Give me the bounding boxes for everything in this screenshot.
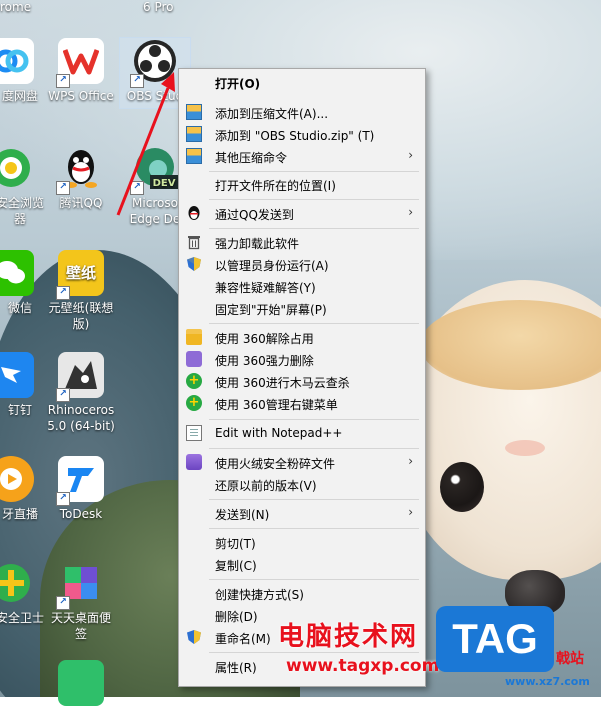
menu-item-label: 使用 360解除占用 <box>215 332 314 346</box>
menu-item-label: 使用 360强力删除 <box>215 354 314 368</box>
chevron-right-icon: › <box>408 148 413 162</box>
menu-separator <box>209 171 419 172</box>
360-unlock-icon <box>186 329 202 345</box>
watermark-url: www.tagxp.com <box>286 656 440 676</box>
menu-item-force-uninstall[interactable]: 强力卸载此软件 <box>179 231 425 253</box>
menu-item-label: 剪切(T) <box>215 537 256 551</box>
menu-item-create-shortcut[interactable]: 创建快捷方式(S) <box>179 582 425 604</box>
menu-separator <box>209 419 419 420</box>
menu-separator <box>209 528 419 529</box>
menu-item-360-trojan-scan[interactable]: + 使用 360进行木马云查杀 <box>179 370 425 392</box>
chevron-right-icon: › <box>408 205 413 219</box>
menu-item-pin-to-start[interactable]: 固定到"开始"屏幕(P) <box>179 297 425 319</box>
360-scan-icon: + <box>186 373 202 389</box>
chevron-right-icon: › <box>408 454 413 468</box>
menu-item-other-compress[interactable]: 其他压缩命令 › <box>179 145 425 167</box>
uac-shield-icon <box>186 256 202 272</box>
tag-logo-url: www.xz7.com <box>505 675 590 688</box>
menu-item-label: 还原以前的版本(V) <box>215 479 317 493</box>
menu-item-run-as-admin[interactable]: 以管理员身份运行(A) <box>179 253 425 275</box>
menu-item-label: 使用 360进行木马云查杀 <box>215 376 350 390</box>
menu-item-label: 重命名(M) <box>215 632 271 646</box>
context-menu: 打开(O) 添加到压缩文件(A)... 添加到 "OBS Studio.zip"… <box>178 68 426 687</box>
menu-item-compatibility[interactable]: 兼容性疑难解答(Y) <box>179 275 425 297</box>
menu-item-label: 使用火绒安全粉碎文件 <box>215 457 336 471</box>
notepad-icon <box>186 425 202 441</box>
menu-item-label: 添加到 "OBS Studio.zip" (T) <box>215 129 375 143</box>
menu-item-restore-previous[interactable]: 还原以前的版本(V) <box>179 473 425 495</box>
menu-item-360-unlock[interactable]: 使用 360解除占用 <box>179 326 425 348</box>
menu-item-label: 发送到(N) <box>215 508 270 522</box>
watermark-site-name: 电脑技术网 <box>278 622 419 652</box>
menu-item-cut[interactable]: 剪切(T) <box>179 531 425 553</box>
menu-item-label: 创建快捷方式(S) <box>215 588 304 602</box>
menu-separator <box>209 323 419 324</box>
menu-item-label: Edit with Notepad++ <box>215 426 343 440</box>
menu-item-send-via-qq[interactable]: 通过QQ发送到 › <box>179 202 425 224</box>
menu-separator <box>209 199 419 200</box>
menu-item-360-force-delete[interactable]: 使用 360强力删除 <box>179 348 425 370</box>
menu-item-label: 删除(D) <box>215 610 258 624</box>
zip-icon <box>186 148 202 164</box>
menu-item-open[interactable]: 打开(O) <box>179 71 425 93</box>
menu-item-label: 使用 360管理右键菜单 <box>215 398 338 412</box>
menu-item-label: 兼容性疑难解答(Y) <box>215 281 316 295</box>
menu-item-huorong-shred[interactable]: 使用火绒安全粉碎文件 › <box>179 451 425 473</box>
menu-item-label: 打开文件所在的位置(I) <box>215 179 336 193</box>
menu-item-edit-notepad[interactable]: Edit with Notepad++ <box>179 422 425 444</box>
chevron-right-icon: › <box>408 505 413 519</box>
menu-item-copy[interactable]: 复制(C) <box>179 553 425 575</box>
zip-icon <box>186 104 202 120</box>
menu-item-label: 以管理员身份运行(A) <box>215 259 329 273</box>
360-menu-icon: + <box>186 395 202 411</box>
360-delete-icon <box>186 351 202 367</box>
qq-icon <box>186 205 202 221</box>
menu-item-open-file-location[interactable]: 打开文件所在的位置(I) <box>179 173 425 195</box>
menu-item-label: 强力卸载此软件 <box>215 237 300 251</box>
trash-icon <box>186 234 202 250</box>
menu-separator <box>209 499 419 500</box>
tag-logo: TAG <box>436 606 554 672</box>
zip-icon <box>186 126 202 142</box>
menu-separator <box>209 448 419 449</box>
menu-separator <box>209 579 419 580</box>
menu-item-label: 其他压缩命令 <box>215 151 288 165</box>
tag-logo-suffix: 戟站 <box>556 651 584 667</box>
menu-item-add-to-archive[interactable]: 添加到压缩文件(A)... <box>179 101 425 123</box>
menu-item-360-manage-menu[interactable]: + 使用 360管理右键菜单 <box>179 392 425 414</box>
menu-item-label: 复制(C) <box>215 559 257 573</box>
menu-item-label: 属性(R) <box>215 661 257 675</box>
menu-item-send-to[interactable]: 发送到(N) › <box>179 502 425 524</box>
menu-item-add-to-obs-zip[interactable]: 添加到 "OBS Studio.zip" (T) <box>179 123 425 145</box>
menu-item-label: 固定到"开始"屏幕(P) <box>215 303 327 317</box>
menu-item-label: 通过QQ发送到 <box>215 208 294 222</box>
menu-separator <box>209 228 419 229</box>
menu-item-label: 打开(O) <box>215 77 261 91</box>
huorong-icon <box>186 454 202 470</box>
uac-shield-icon <box>186 629 202 645</box>
menu-item-label: 添加到压缩文件(A)... <box>215 107 329 121</box>
